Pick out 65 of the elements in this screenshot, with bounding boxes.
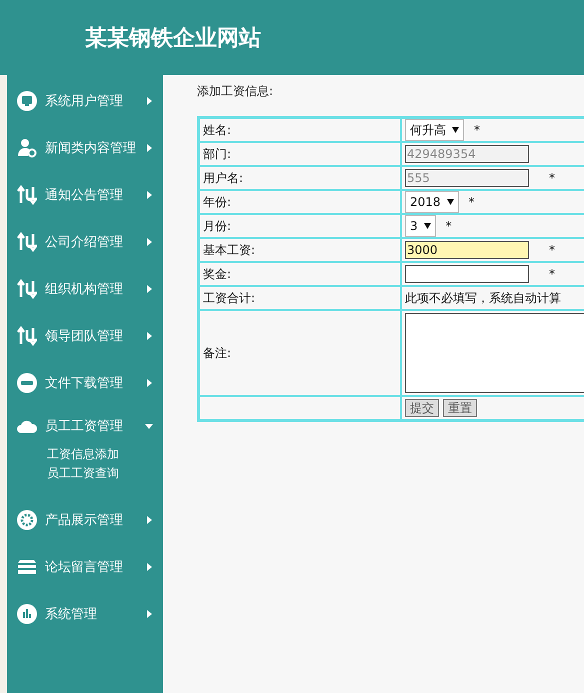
field-label: 月份: [203, 218, 232, 234]
sidebar-item[interactable]: 论坛留言管理 [7, 543, 163, 590]
arrows-icon [17, 326, 37, 346]
caret-icon [145, 332, 153, 340]
submit-button[interactable]: 提交 [405, 399, 439, 417]
reset-button[interactable]: 重置 [443, 399, 477, 417]
submenu-item[interactable]: 工资信息添加 [47, 446, 163, 463]
submenu-item[interactable]: 员工工资查询 [47, 465, 163, 482]
site-title: 某某钢铁企业网站 [85, 24, 261, 52]
sidebar-item[interactable]: 新闻类内容管理 [7, 124, 163, 171]
note-text: 此项不必填写，系统自动计算 [405, 290, 561, 306]
required-mark: * [549, 243, 555, 257]
form-title: 添加工资信息: [197, 83, 274, 100]
sidebar-item[interactable]: 员工工资管理 [7, 406, 163, 446]
field-label: 部门: [203, 146, 232, 162]
select-field[interactable]: 何升高 [405, 119, 464, 141]
field-label: 奖金: [203, 266, 232, 282]
sidebar-item[interactable]: 通知公告管理 [7, 171, 163, 218]
sidebar-item[interactable]: 系统用户管理 [7, 77, 163, 124]
required-mark: * [549, 171, 555, 185]
select-field[interactable]: 3 [405, 215, 436, 237]
user-gear-icon [17, 138, 37, 158]
caret-icon [145, 378, 153, 386]
sidebar-item[interactable]: 公司介绍管理 [7, 218, 163, 265]
field-label: 基本工资: [203, 242, 256, 258]
caret-icon [145, 144, 153, 152]
remark-textarea[interactable] [405, 313, 584, 393]
sidebar-item[interactable]: 文件下载管理 [7, 359, 163, 406]
input-field[interactable]: 3000 [405, 241, 529, 259]
input-field[interactable] [405, 265, 529, 283]
arrows-icon [17, 184, 37, 204]
sidebar-item[interactable]: 产品展示管理 [7, 496, 163, 543]
gear-icon [17, 510, 37, 530]
caret-icon [145, 238, 153, 246]
field-label: 用户名: [203, 170, 244, 186]
arrows-icon [17, 232, 37, 252]
caret-icon [424, 223, 431, 229]
arrows-icon [17, 278, 37, 298]
caret-icon [145, 190, 153, 198]
caret-icon [145, 610, 153, 618]
caret-icon [452, 127, 459, 133]
input-field[interactable]: 429489354 [405, 145, 529, 163]
field-label: 年份: [203, 194, 232, 210]
field-label: 姓名: [203, 122, 232, 138]
field-label: 备注: [203, 344, 232, 362]
input-field[interactable]: 555 [405, 169, 529, 187]
caret-icon [446, 199, 454, 205]
caret-icon [145, 516, 153, 524]
caret-icon [145, 422, 153, 430]
required-mark: * [474, 123, 480, 137]
select-field[interactable]: 2018 [405, 191, 459, 213]
caret-icon [145, 562, 153, 570]
cloud-icon [17, 418, 37, 434]
chart-icon [17, 604, 37, 624]
caret-icon [145, 284, 153, 292]
monitor-icon [17, 90, 37, 110]
required-mark: * [446, 219, 452, 233]
stack-icon [17, 558, 37, 574]
sidebar-item[interactable]: 系统管理 [7, 590, 163, 637]
sidebar-item[interactable]: 领导团队管理 [7, 312, 163, 359]
required-mark: * [468, 195, 475, 209]
sidebar-item[interactable]: 组织机构管理 [7, 265, 163, 312]
required-mark: * [549, 267, 555, 281]
field-label: 工资合计: [203, 290, 256, 306]
caret-icon [145, 96, 153, 104]
